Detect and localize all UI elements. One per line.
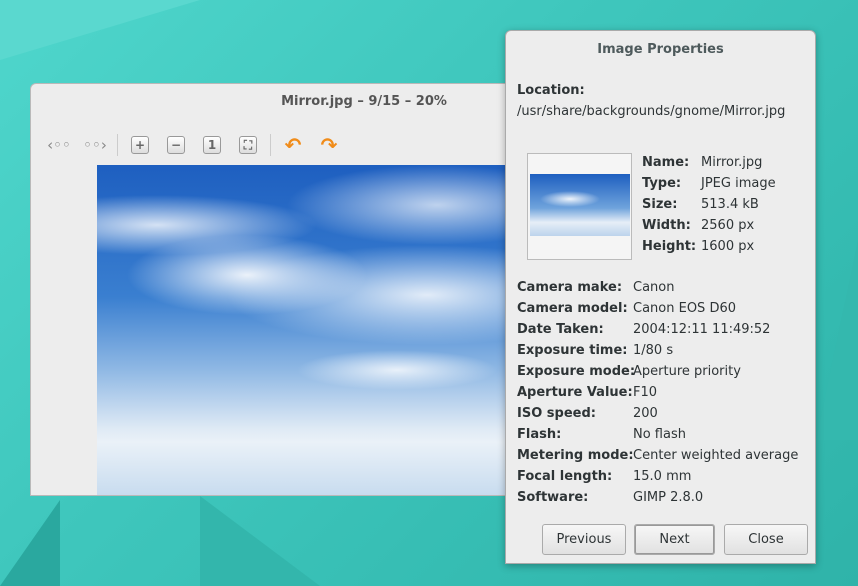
exif-row: ISO speed: 200 bbox=[517, 406, 658, 421]
property-label: ISO speed: bbox=[517, 406, 596, 421]
sidebar-gutter bbox=[31, 165, 97, 495]
property-label: Metering mode: bbox=[517, 448, 634, 463]
property-label: Name: bbox=[642, 155, 690, 170]
exif-row: Date Taken: 2004:12:11 11:49:52 bbox=[517, 322, 770, 337]
thumbnail-frame bbox=[527, 153, 632, 260]
previous-button[interactable]: Previous bbox=[542, 524, 626, 555]
toolbar: ‹◦◦ ◦◦› + − 1 ⛶ ↶ ↷ bbox=[41, 132, 347, 158]
toolbar-separator bbox=[270, 134, 271, 156]
location-value: /usr/share/backgrounds/gnome/Mirror.jpg bbox=[517, 104, 786, 119]
rotate-right-button[interactable]: ↷ bbox=[311, 132, 347, 158]
next-image-button[interactable]: ◦◦› bbox=[77, 132, 113, 158]
property-value: Canon EOS D60 bbox=[633, 301, 736, 316]
property-label: Aperture Value: bbox=[517, 385, 633, 400]
zoom-out-button[interactable]: − bbox=[158, 132, 194, 158]
property-value: 15.0 mm bbox=[633, 469, 692, 484]
general-row: Width: 2560 px bbox=[642, 218, 754, 233]
location-label: Location: bbox=[517, 83, 585, 98]
bg-triangle bbox=[0, 0, 200, 60]
property-value: Mirror.jpg bbox=[701, 155, 763, 170]
close-button[interactable]: Close bbox=[724, 524, 808, 555]
property-label: Type: bbox=[642, 176, 682, 191]
property-label: Date Taken: bbox=[517, 322, 604, 337]
zoom-out-icon: − bbox=[167, 136, 185, 154]
exif-row: Camera make: Canon bbox=[517, 280, 674, 295]
bg-triangle bbox=[816, 240, 858, 440]
next-button[interactable]: Next bbox=[634, 524, 715, 555]
property-label: Software: bbox=[517, 490, 589, 505]
property-label: Camera make: bbox=[517, 280, 623, 295]
zoom-in-icon: + bbox=[131, 136, 149, 154]
property-label: Size: bbox=[642, 197, 678, 212]
property-label: Exposure mode: bbox=[517, 364, 636, 379]
property-value: GIMP 2.8.0 bbox=[633, 490, 704, 505]
exif-row: Aperture Value: F10 bbox=[517, 385, 657, 400]
property-label: Flash: bbox=[517, 427, 562, 442]
property-label: Focal length: bbox=[517, 469, 613, 484]
property-label: Exposure time: bbox=[517, 343, 628, 358]
general-row: Size: 513.4 kB bbox=[642, 197, 759, 212]
property-value: F10 bbox=[633, 385, 658, 400]
property-value: Aperture priority bbox=[633, 364, 741, 379]
dialog-title: Image Properties bbox=[597, 42, 724, 57]
property-value: Canon bbox=[633, 280, 675, 295]
normal-size-button[interactable]: 1 bbox=[194, 132, 230, 158]
exif-row: Software: GIMP 2.8.0 bbox=[517, 490, 703, 505]
toolbar-separator bbox=[117, 134, 118, 156]
property-value: 1600 px bbox=[701, 239, 755, 254]
window-title: Mirror.jpg – 9/15 – 20% bbox=[281, 94, 447, 109]
exif-row: Exposure mode: Aperture priority bbox=[517, 364, 741, 379]
property-value: No flash bbox=[633, 427, 686, 442]
zoom-in-button[interactable]: + bbox=[122, 132, 158, 158]
back-arrow-icon: ‹◦◦ bbox=[47, 136, 71, 154]
property-value: JPEG image bbox=[701, 176, 776, 191]
general-row: Type: JPEG image bbox=[642, 176, 776, 191]
previous-image-button[interactable]: ‹◦◦ bbox=[41, 132, 77, 158]
normal-size-icon: 1 bbox=[203, 136, 221, 154]
property-value: 2004:12:11 11:49:52 bbox=[633, 322, 771, 337]
property-value: 513.4 kB bbox=[701, 197, 759, 212]
general-row: Name: Mirror.jpg bbox=[642, 155, 762, 170]
property-label: Height: bbox=[642, 239, 697, 254]
property-value: 200 bbox=[633, 406, 658, 421]
bg-triangle bbox=[200, 496, 320, 586]
bg-triangle bbox=[0, 500, 60, 586]
property-value: 2560 px bbox=[701, 218, 755, 233]
rotate-right-icon: ↷ bbox=[320, 133, 338, 157]
forward-arrow-icon: ◦◦› bbox=[83, 136, 107, 154]
fit-icon: ⛶ bbox=[239, 136, 257, 154]
exif-row: Exposure time: 1/80 s bbox=[517, 343, 673, 358]
rotate-left-icon: ↶ bbox=[284, 133, 302, 157]
property-label: Camera model: bbox=[517, 301, 628, 316]
property-value: Center weighted average bbox=[633, 448, 799, 463]
general-row: Height: 1600 px bbox=[642, 239, 754, 254]
image-viewer-window: Mirror.jpg – 9/15 – 20% ‹◦◦ ◦◦› + − 1 ⛶ … bbox=[30, 83, 508, 496]
image-properties-dialog: Image Properties Location: /usr/share/ba… bbox=[505, 30, 816, 564]
exif-row: Focal length: 15.0 mm bbox=[517, 469, 691, 484]
exif-row: Camera model: Canon EOS D60 bbox=[517, 301, 736, 316]
exif-row: Flash: No flash bbox=[517, 427, 686, 442]
property-value: 1/80 s bbox=[633, 343, 674, 358]
thumbnail-image bbox=[530, 174, 630, 236]
exif-row: Metering mode: Center weighted average bbox=[517, 448, 798, 463]
property-label: Width: bbox=[642, 218, 691, 233]
best-fit-button[interactable]: ⛶ bbox=[230, 132, 266, 158]
image-display[interactable] bbox=[97, 165, 507, 495]
rotate-left-button[interactable]: ↶ bbox=[275, 132, 311, 158]
